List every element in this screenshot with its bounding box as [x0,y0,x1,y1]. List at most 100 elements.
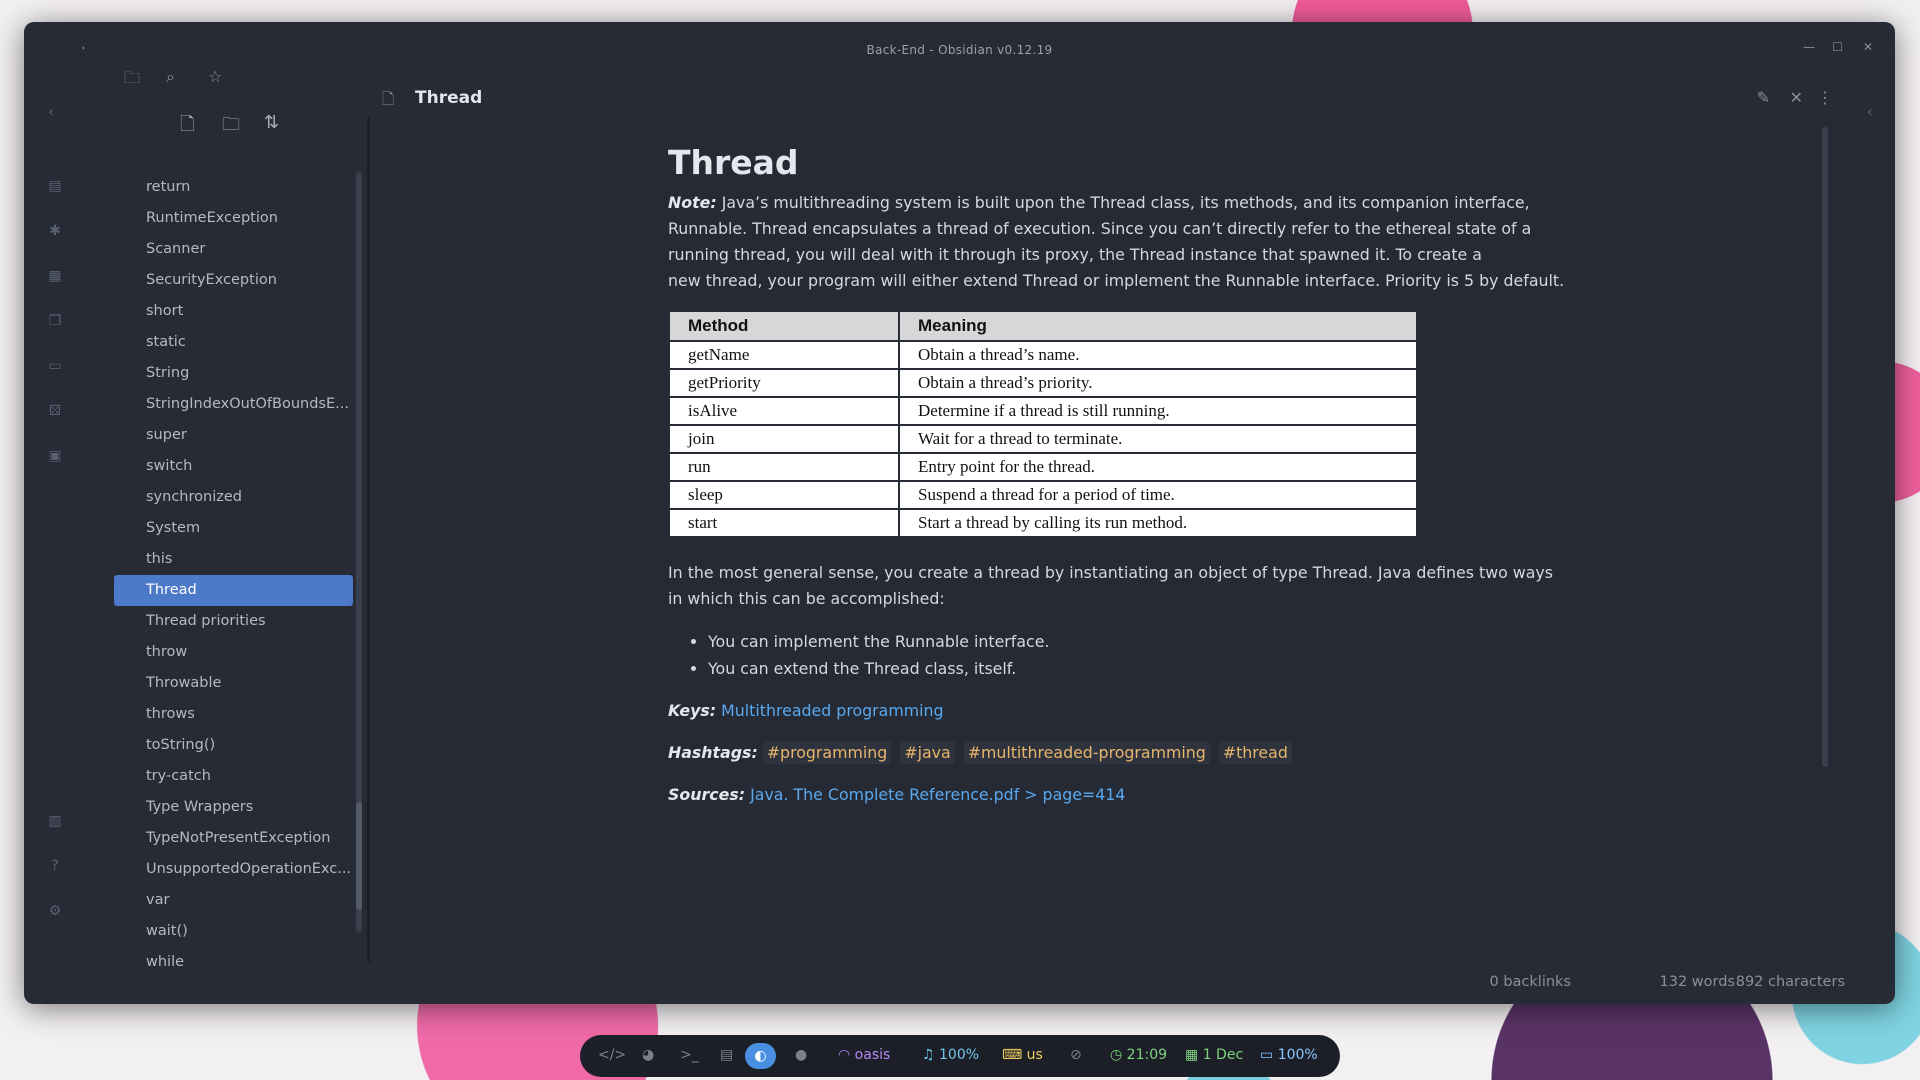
wifi-status[interactable]: ◠ oasis [838,1047,890,1063]
record-icon[interactable]: ● [795,1047,807,1063]
hashtag[interactable]: #programming [762,741,892,764]
system-dock: </> ◕ >_ ▤ ◐ ● ◠ oasis ♫ 100% ⌨ us ⊘ ◷ 2… [580,1035,1340,1077]
browser-icon[interactable]: ◕ [642,1047,654,1063]
settings-gear-icon[interactable]: ⚙ [46,902,64,920]
minimize-button[interactable]: — [1803,40,1815,54]
sidebar-file-item[interactable]: StringIndexOutOfBoundsE... [114,389,353,420]
list-item: You can implement the Runnable interface… [708,628,1568,655]
volume-status[interactable]: ♫ 100% [922,1047,979,1063]
backlinks-count[interactable]: 0 backlinks [1490,974,1572,990]
meaning-cell: Start a thread by calling its run method… [898,508,1418,538]
sidebar-file-item[interactable]: String [114,358,353,389]
collapse-sidebar-icon[interactable]: ‹ [48,102,54,121]
sidebar-file-item[interactable]: super [114,420,353,451]
search-icon[interactable]: ⌕ [166,67,175,87]
document-icon: 🗋 [382,90,395,108]
sidebar-file-item[interactable]: throws [114,699,353,730]
battery-status: ▭ 100% [1260,1047,1318,1063]
sidebar-scrollbar[interactable] [356,172,362,932]
sidebar-file-item[interactable]: UnsupportedOperationExc... [114,854,353,885]
files-icon[interactable]: ▤ [720,1047,733,1063]
sources-link[interactable]: Java. The Complete Reference.pdf > page=… [750,785,1125,804]
headphones-icon: ♫ [922,1047,940,1063]
table-header-row: Method Meaning [668,310,1418,342]
sidebar-file-item[interactable]: try-catch [114,761,353,792]
visibility-off-icon[interactable]: ⊘ [1070,1047,1082,1063]
collapse-right-sidebar-icon[interactable]: ‹ [1867,102,1873,121]
sidebar-file-item[interactable]: return [114,172,353,203]
edit-pencil-icon[interactable]: ✎ [1757,88,1770,107]
content-scrollbar-thumb[interactable] [1822,127,1828,767]
cards-icon[interactable]: ▭ [46,357,64,375]
star-icon[interactable]: ☆ [208,67,222,86]
keyboard-status[interactable]: ⌨ us [1002,1047,1043,1063]
table-row: sleep Suspend a thread for a period of ti… [668,480,1418,510]
intro-paragraph: Note: Java’s multithreading system is bu… [668,190,1568,294]
hashtags-line: Hashtags: #programming #java #multithrea… [668,740,1568,766]
sidebar-file-item[interactable]: synchronized [114,482,353,513]
sort-icon[interactable]: ⇅ [264,112,279,133]
sidebar-file-item[interactable]: RuntimeException [114,203,353,234]
method-cell: start [668,508,900,538]
file-icon[interactable]: ▤ [46,177,64,195]
date-status: ▦ 1 Dec [1185,1047,1243,1063]
sources-line: Sources: Java. The Complete Reference.pd… [668,782,1568,808]
copy-icon[interactable]: ❐ [46,312,64,330]
calendar-icon[interactable]: ▦ [46,267,64,285]
note-content-pane: Thread Note: Java’s multithreading syste… [370,117,1840,962]
content-scrollbar[interactable] [1822,127,1828,767]
sidebar-file-item[interactable]: switch [114,451,353,482]
sidebar-file-item[interactable]: Thread priorities [114,606,353,637]
graph-icon[interactable]: ✱ [46,222,64,240]
meaning-cell: Determine if a thread is still running. [898,396,1418,426]
new-folder-icon[interactable]: 🗀 [222,112,240,142]
new-note-icon[interactable]: 🗋 [180,112,194,142]
obsidian-window: ← → Back-End - Obsidian v0.12.19 — ☐ ✕ ▤… [24,22,1895,1004]
terminal-icon[interactable]: >_ [680,1047,699,1063]
hashtag[interactable]: #java [900,741,955,764]
note-label: Note: [668,193,717,212]
sidebar-file-item[interactable]: Throwable [114,668,353,699]
word-count: 132 words [1659,974,1735,990]
method-cell: isAlive [668,396,900,426]
note-body: Thread Note: Java’s multithreading syste… [668,142,1568,824]
sidebar-file-item[interactable]: TypeNotPresentException [114,823,353,854]
vault-icon[interactable]: ▥ [46,812,64,830]
obsidian-app-icon[interactable]: ◐ [745,1043,776,1069]
note-title[interactable]: Thread [415,88,482,108]
file-explorer-sidebar: 🗀 ⌕ ☆ 🗋 🗀 ⇅ return RuntimeException Scanne… [84,22,367,970]
keys-link[interactable]: Multithreaded programming [721,701,943,720]
table-row: isAlive Determine if a thread is still ru… [668,396,1418,426]
close-note-icon[interactable]: ✕ [1790,88,1803,107]
sidebar-file-item[interactable]: Scanner [114,234,353,265]
clock-icon: ◷ [1110,1047,1127,1063]
folder-icon[interactable]: 🗀 [124,67,140,94]
help-icon[interactable]: ? [46,857,64,875]
sidebar-scrollbar-thumb[interactable] [356,802,362,910]
code-icon[interactable]: </> [598,1047,626,1063]
sidebar-file-item[interactable]: var [114,885,353,916]
sidebar-file-item[interactable]: SecurityException [114,265,353,296]
dice-icon[interactable]: ⚄ [46,402,64,420]
note-header: 🗋 Thread ✎ ✕ ⋮ [370,77,1895,117]
sidebar-file-item[interactable]: Thread [114,575,353,606]
table-row: getName Obtain a thread’s name. [668,340,1418,370]
sidebar-file-item[interactable]: this [114,544,353,575]
file-actions: 🗋 🗀 ⇅ [84,112,367,142]
sidebar-file-item[interactable]: wait() [114,916,353,947]
sidebar-file-item[interactable]: toString() [114,730,353,761]
sidebar-file-item[interactable]: throw [114,637,353,668]
hashtag[interactable]: #multithreaded-programming [963,741,1210,764]
template-icon[interactable]: ▣ [46,447,64,465]
more-options-icon[interactable]: ⋮ [1817,88,1833,107]
method-cell: getName [668,340,900,370]
sidebar-file-item[interactable]: short [114,296,353,327]
close-window-button[interactable]: ✕ [1863,40,1873,54]
sidebar-file-item[interactable]: static [114,327,353,358]
hashtag[interactable]: #thread [1218,741,1292,764]
time-label: 21:09 [1126,1047,1168,1063]
maximize-button[interactable]: ☐ [1832,40,1843,54]
sidebar-file-item[interactable]: System [114,513,353,544]
sidebar-file-item[interactable]: Type Wrappers [114,792,353,823]
meaning-cell: Obtain a thread’s priority. [898,368,1418,398]
